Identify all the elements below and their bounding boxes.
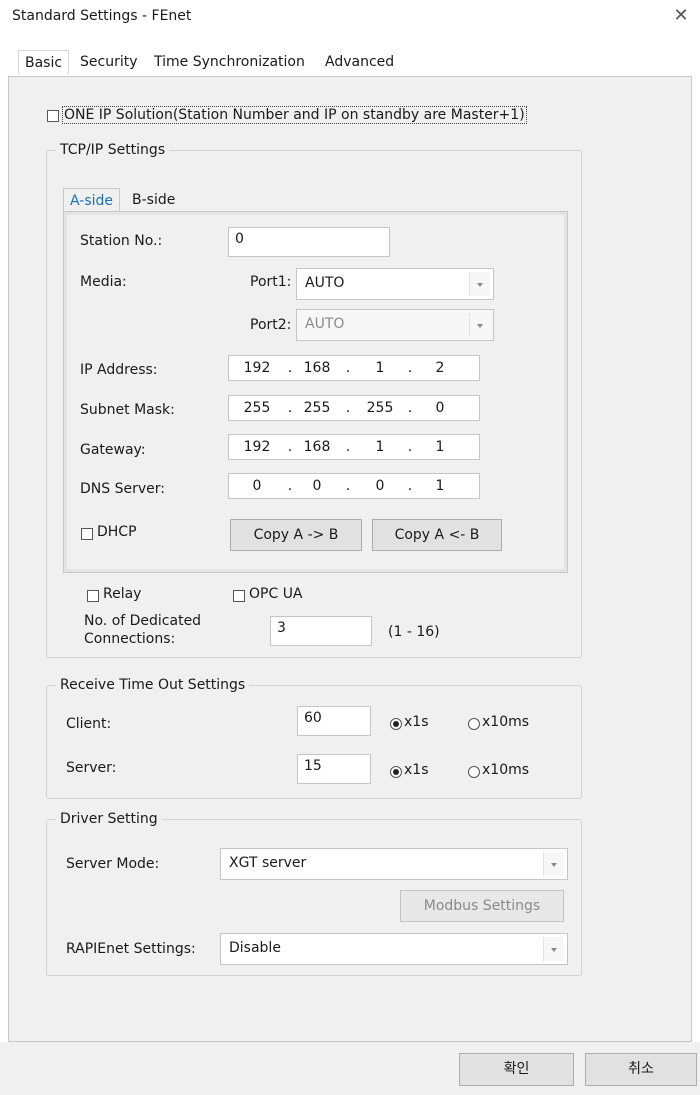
client-x10ms-label: x10ms <box>482 714 530 730</box>
server-x10ms-radio[interactable] <box>468 766 480 778</box>
ip-dot: . <box>345 400 351 416</box>
gateway-label: Gateway: <box>80 442 146 458</box>
server-mode-label: Server Mode: <box>66 856 160 872</box>
dedicated-connections-input[interactable]: 3 <box>270 616 372 646</box>
chevron-down-icon[interactable] <box>543 937 564 961</box>
port1-select[interactable]: AUTO <box>296 268 494 300</box>
ip-octet-1: 192 <box>243 360 271 376</box>
gateway-octet-1: 192 <box>243 439 271 455</box>
server-x10ms-label: x10ms <box>482 762 530 778</box>
station-no-input[interactable]: 0 <box>228 227 390 257</box>
dhcp-checkbox[interactable] <box>81 528 93 540</box>
server-timeout-input[interactable]: 15 <box>297 754 371 784</box>
subnet-mask-input[interactable]: 255 . 255 . 255 . 0 <box>228 395 480 421</box>
ip-octet-4: 2 <box>435 360 445 376</box>
client-x10ms-radio[interactable] <box>468 718 480 730</box>
subnet-octet-2: 255 <box>303 400 331 416</box>
server-mode-value: XGT server <box>229 855 307 871</box>
dns-server-input[interactable]: 0 . 0 . 0 . 1 <box>228 473 480 499</box>
gateway-octet-3: 1 <box>375 439 385 455</box>
receive-timeout-legend: Receive Time Out Settings <box>56 677 250 693</box>
media-label: Media: <box>80 274 127 290</box>
ip-dot: . <box>287 360 293 376</box>
rapienet-settings-label: RAPIEnet Settings: <box>66 941 196 957</box>
dedicated-connections-range: (1 - 16) <box>388 624 440 640</box>
port2-label: Port2: <box>250 317 292 333</box>
ip-dot: . <box>407 478 413 494</box>
dns-octet-3: 0 <box>375 478 385 494</box>
ip-octet-3: 1 <box>375 360 385 376</box>
ip-dot: . <box>407 439 413 455</box>
gateway-input[interactable]: 192 . 168 . 1 . 1 <box>228 434 480 460</box>
chevron-down-icon[interactable] <box>543 852 564 876</box>
tab-b-side[interactable]: B-side <box>126 188 181 212</box>
copy-a-to-b-button[interactable]: Copy A -> B <box>230 519 362 551</box>
port1-label: Port1: <box>250 274 292 290</box>
relay-label: Relay <box>103 586 142 602</box>
ip-dot: . <box>345 439 351 455</box>
opc-ua-checkbox[interactable] <box>233 590 245 602</box>
ip-octet-2: 168 <box>303 360 331 376</box>
server-mode-select[interactable]: XGT server <box>220 848 568 880</box>
port2-select: AUTO <box>296 309 494 341</box>
ip-address-label: IP Address: <box>80 362 158 378</box>
chevron-down-icon[interactable] <box>469 272 490 296</box>
rapienet-settings-value: Disable <box>229 940 281 956</box>
copy-b-to-a-button[interactable]: Copy A <- B <box>372 519 502 551</box>
close-icon[interactable]: ✕ <box>670 5 692 27</box>
ip-dot: . <box>345 478 351 494</box>
dns-octet-4: 1 <box>435 478 445 494</box>
tab-advanced[interactable]: Advanced <box>319 50 400 74</box>
rapienet-settings-select[interactable]: Disable <box>220 933 568 965</box>
ip-dot: . <box>287 478 293 494</box>
tab-a-side[interactable]: A-side <box>63 188 121 212</box>
tcpip-settings-legend: TCP/IP Settings <box>56 142 170 158</box>
gateway-octet-4: 1 <box>435 439 445 455</box>
subnet-octet-1: 255 <box>243 400 271 416</box>
relay-checkbox[interactable] <box>87 590 99 602</box>
ip-dot: . <box>407 360 413 376</box>
station-no-label: Station No.: <box>80 233 163 249</box>
opc-ua-label: OPC UA <box>249 586 303 602</box>
ip-dot: . <box>345 360 351 376</box>
dns-octet-2: 0 <box>312 478 322 494</box>
ip-address-input[interactable]: 192 . 168 . 1 . 2 <box>228 355 480 381</box>
modbus-settings-button: Modbus Settings <box>400 890 564 922</box>
gateway-octet-2: 168 <box>303 439 331 455</box>
tab-time-synchronization[interactable]: Time Synchronization <box>148 50 311 74</box>
server-label: Server: <box>66 760 117 776</box>
subnet-octet-3: 255 <box>366 400 394 416</box>
tab-security[interactable]: Security <box>74 50 144 74</box>
driver-setting-legend: Driver Setting <box>56 811 162 827</box>
window-title: Standard Settings - FEnet <box>12 8 192 24</box>
port1-value: AUTO <box>305 275 345 291</box>
dedicated-connections-label-1: No. of Dedicated <box>84 613 202 629</box>
dns-octet-1: 0 <box>252 478 262 494</box>
subnet-mask-label: Subnet Mask: <box>80 402 175 418</box>
cancel-button[interactable]: 취소 <box>585 1053 697 1086</box>
client-x1s-radio[interactable] <box>390 718 402 730</box>
port2-value: AUTO <box>305 316 345 332</box>
chevron-down-icon <box>469 313 490 337</box>
one-ip-checkbox[interactable] <box>47 110 59 122</box>
dhcp-label: DHCP <box>97 524 137 540</box>
client-label: Client: <box>66 716 112 732</box>
one-ip-label[interactable]: ONE IP Solution(Station Number and IP on… <box>62 106 527 124</box>
dedicated-connections-label-2: Connections: <box>84 631 176 647</box>
ok-button[interactable]: 확인 <box>459 1053 574 1086</box>
dns-server-label: DNS Server: <box>80 481 165 497</box>
subnet-octet-4: 0 <box>435 400 445 416</box>
tab-basic[interactable]: Basic <box>18 50 70 74</box>
server-x1s-radio[interactable] <box>390 766 402 778</box>
client-x1s-label: x1s <box>404 714 429 730</box>
ip-dot: . <box>287 400 293 416</box>
server-x1s-label: x1s <box>404 762 429 778</box>
ip-dot: . <box>407 400 413 416</box>
client-timeout-input[interactable]: 60 <box>297 706 371 736</box>
ip-dot: . <box>287 439 293 455</box>
